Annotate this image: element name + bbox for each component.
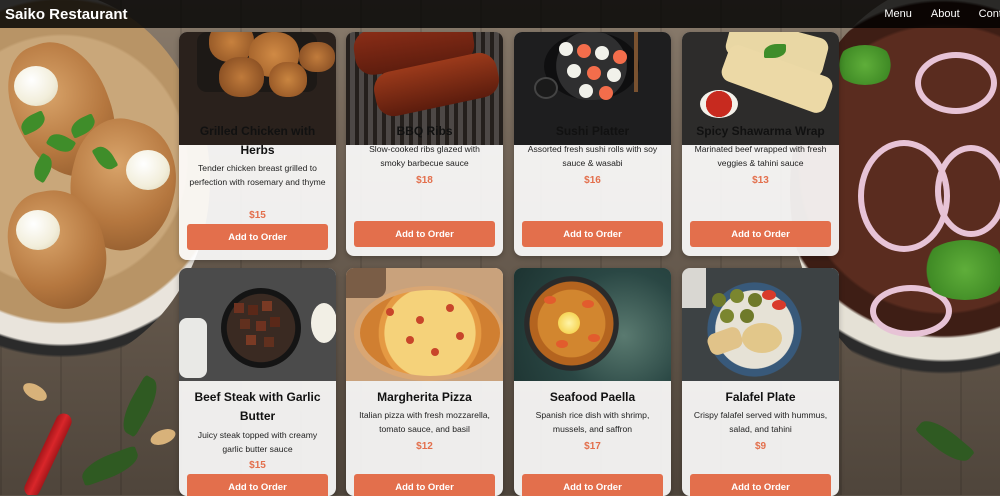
item-price: $13 [752,175,769,186]
item-name: Margherita Pizza [377,390,472,404]
item-name: Sushi Platter [555,124,630,138]
item-description: Assorted fresh sushi rolls with soy sauc… [527,144,658,168]
nav-link-menu[interactable]: Menu [884,8,912,20]
menu-grid: Grilled Chicken with Herbs Tender chicke… [0,0,1000,496]
item-description: Spanish rice dish with shrimp, mussels, … [535,410,650,434]
item-price: $9 [754,441,767,452]
menu-card: Falafel Plate Crispy falafel served with… [682,268,839,496]
menu-card: Seafood Paella Spanish rice dish with sh… [514,268,671,496]
item-price: $12 [416,441,433,452]
item-description: Marinated beef wrapped with fresh veggie… [694,144,827,168]
item-name: Seafood Paella [549,390,636,404]
add-to-order-button[interactable]: Add to Order [354,221,495,247]
add-to-order-button[interactable]: Add to Order [522,221,663,247]
nav-link-about[interactable]: About [931,8,960,20]
item-name: Falafel Plate [725,390,796,404]
item-description: Juicy steak topped with creamy garlic bu… [197,430,318,454]
item-price: $18 [416,175,433,186]
item-name: Grilled Chicken with Herbs [199,124,316,157]
add-to-order-button[interactable]: Add to Order [522,474,663,496]
menu-card: Beef Steak with Garlic Butter Juicy stea… [179,268,336,496]
add-to-order-button[interactable]: Add to Order [690,474,831,496]
item-price: $15 [249,460,266,471]
menu-card: Sushi Platter Assorted fresh sushi rolls… [514,32,671,256]
item-description: Slow-cooked ribs glazed with smoky barbe… [369,144,480,168]
nav-link-contact[interactable]: Conta [979,8,1000,20]
menu-card: BBQ Ribs Slow-cooked ribs glazed with sm… [346,32,503,256]
item-price: $17 [584,441,601,452]
item-price: $15 [249,210,266,221]
menu-card: Margherita Pizza Italian pizza with fres… [346,268,503,496]
beef-steak-photo [179,268,336,381]
add-to-order-button[interactable]: Add to Order [354,474,495,496]
paella-photo [514,268,671,381]
item-name: BBQ Ribs [396,124,453,138]
menu-card: Grilled Chicken with Herbs Tender chicke… [179,32,336,260]
falafel-photo [682,268,839,381]
add-to-order-button[interactable]: Add to Order [187,474,328,496]
brand-logo[interactable]: Saiko Restaurant [5,6,128,23]
item-description: Tender chicken breast grilled to perfect… [189,163,326,187]
item-price: $16 [584,175,601,186]
nav-links: Menu About Conta [884,8,1000,20]
item-name: Spicy Shawarma Wrap [696,124,825,138]
item-description: Italian pizza with fresh mozzarella, tom… [359,410,490,434]
item-name: Beef Steak with Garlic Butter [194,390,321,423]
menu-card: Spicy Shawarma Wrap Marinated beef wrapp… [682,32,839,256]
add-to-order-button[interactable]: Add to Order [690,221,831,247]
top-navbar: Saiko Restaurant Menu About Conta [0,0,1000,28]
pizza-photo [346,268,503,381]
add-to-order-button[interactable]: Add to Order [187,224,328,250]
item-description: Crispy falafel served with hummus, salad… [693,410,828,434]
